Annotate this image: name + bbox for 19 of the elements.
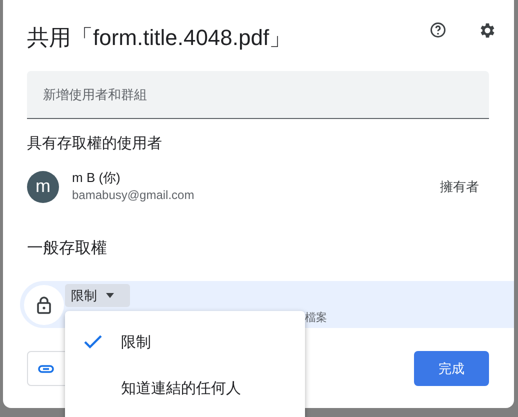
section-heading: 具有存取權的使用者	[27, 135, 163, 153]
add-people-field[interactable]: 新增使用者和群組	[27, 71, 489, 119]
section-heading: 一般存取權	[27, 239, 108, 259]
role-label: 擁有者	[440, 178, 479, 196]
menu-item[interactable]: 限制	[65, 319, 305, 365]
access-dropdown[interactable]: 限制	[65, 284, 130, 307]
person-email: bamabusy@gmail.com	[72, 187, 196, 204]
settings-icon[interactable]	[478, 21, 497, 40]
lock-icon	[36, 296, 52, 314]
access-description: 檔案	[305, 310, 327, 325]
check-icon	[84, 335, 102, 349]
menu-item[interactable]: 知道連結的任何人	[65, 365, 305, 411]
help-icon[interactable]	[429, 21, 447, 39]
person-name: m B (你)	[72, 169, 122, 187]
done-button[interactable]: 完成	[414, 351, 489, 386]
link-icon	[38, 364, 54, 372]
caret-icon	[106, 293, 114, 298]
dialog-title: 共用「form.title.4048.pdf」	[27, 24, 292, 52]
avatar: m	[27, 170, 59, 202]
